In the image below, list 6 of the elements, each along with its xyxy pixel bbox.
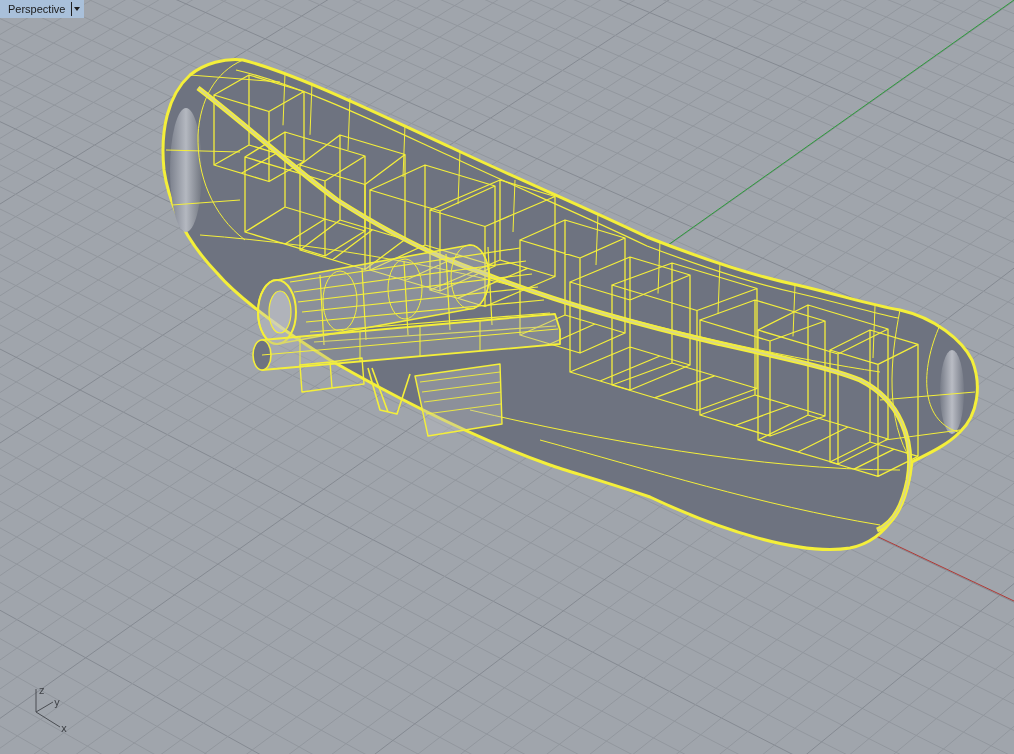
axis-label: x	[61, 723, 67, 734]
caret-icon	[71, 2, 82, 16]
viewport-title-button[interactable]: Perspective	[0, 0, 85, 18]
axis-label: z	[39, 685, 45, 696]
axes-icon	[35, 688, 61, 728]
axis-label: y	[54, 697, 60, 708]
